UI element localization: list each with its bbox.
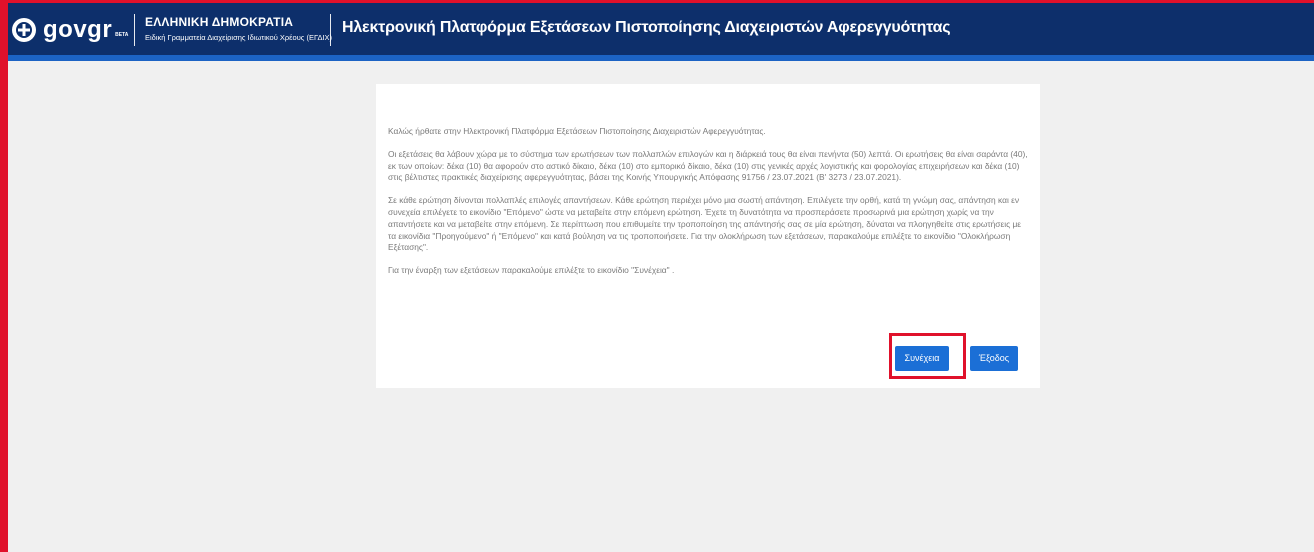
welcome-card: Καλώς ήρθατε στην Ηλεκτρονική Πλατφόρμα … xyxy=(376,84,1040,388)
header-divider xyxy=(134,14,135,46)
instructions-paragraph: Σε κάθε ερώτηση δίνονται πολλαπλές επιλο… xyxy=(388,195,1021,253)
platform-title: Ηλεκτρονική Πλατφόρμα Εξετάσεων Πιστοποί… xyxy=(342,19,951,36)
govgr-logo[interactable]: govgr BETA xyxy=(12,14,128,46)
logo-text: govgr xyxy=(43,16,113,43)
government-subtitle: Ειδική Γραμματεία Διαχείρισης Ιδιωτικού … xyxy=(145,33,333,42)
card-text: Καλώς ήρθατε στην Ηλεκτρονική Πλατφόρμα … xyxy=(388,126,1028,288)
continue-button[interactable]: Συνέχεια xyxy=(895,346,949,371)
government-block: ΕΛΛΗΝΙΚΗ ΔΗΜΟΚΡΑΤΙΑ Ειδική Γραμματεία Δι… xyxy=(145,16,332,44)
beta-badge: BETA xyxy=(115,31,129,38)
government-title: ΕΛΛΗΝΙΚΗ ΔΗΜΟΚΡΑΤΙΑ xyxy=(145,15,294,29)
header-divider xyxy=(330,14,331,46)
exit-button[interactable]: Έξοδος xyxy=(970,346,1018,371)
greek-emblem-icon xyxy=(12,18,36,42)
welcome-paragraph: Καλώς ήρθατε στην Ηλεκτρονική Πλατφόρμα … xyxy=(388,126,766,136)
top-header-bar: govgr BETA ΕΛΛΗΝΙΚΗ ΔΗΜΟΚΡΑΤΙΑ Ειδική Γρ… xyxy=(0,0,1314,61)
exam-info-paragraph: Οι εξετάσεις θα λάβουν χώρα με το σύστημ… xyxy=(388,148,1028,183)
start-prompt-paragraph: Για την έναρξη των εξετάσεων παρακαλούμε… xyxy=(388,265,675,276)
